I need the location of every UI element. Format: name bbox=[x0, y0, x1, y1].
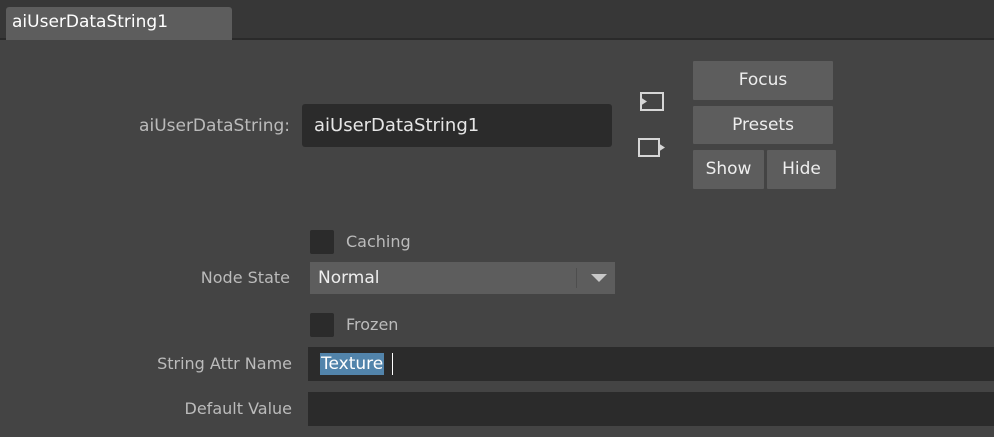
frozen-label: Frozen bbox=[346, 315, 399, 334]
attribute-editor: aiUserDataString1 aiUserDataString: aiUs… bbox=[0, 0, 994, 437]
tab-aiuserdatastring1[interactable]: aiUserDataString1 bbox=[6, 7, 232, 40]
tab-bar: aiUserDataString1 bbox=[0, 0, 994, 40]
node-state-label: Node State bbox=[200, 268, 290, 287]
default-value-field[interactable] bbox=[308, 392, 994, 426]
default-value-label: Default Value bbox=[184, 399, 292, 418]
input-connection-icon[interactable] bbox=[636, 90, 666, 114]
node-state-value: Normal bbox=[318, 268, 380, 288]
hide-button[interactable]: Hide bbox=[767, 150, 836, 189]
show-button[interactable]: Show bbox=[693, 150, 764, 189]
presets-button[interactable]: Presets bbox=[693, 106, 833, 144]
frozen-row: Frozen bbox=[310, 311, 510, 339]
string-attr-name-field[interactable]: Texture bbox=[308, 347, 994, 381]
chevron-down-icon bbox=[586, 268, 612, 288]
string-attr-name-label: String Attr Name bbox=[157, 354, 292, 373]
focus-button[interactable]: Focus bbox=[693, 61, 833, 100]
caching-row: Caching bbox=[310, 228, 510, 256]
node-type-label: aiUserDataString: bbox=[139, 116, 290, 136]
output-connection-icon[interactable] bbox=[636, 136, 666, 160]
node-name-field[interactable]: aiUserDataString1 bbox=[302, 104, 612, 147]
dropdown-divider bbox=[576, 268, 577, 288]
text-caret bbox=[392, 353, 393, 375]
node-state-dropdown[interactable]: Normal bbox=[310, 262, 615, 294]
frozen-checkbox[interactable] bbox=[310, 313, 334, 337]
selected-text: Texture bbox=[320, 353, 385, 375]
caching-checkbox[interactable] bbox=[310, 230, 334, 254]
caching-label: Caching bbox=[346, 232, 411, 251]
